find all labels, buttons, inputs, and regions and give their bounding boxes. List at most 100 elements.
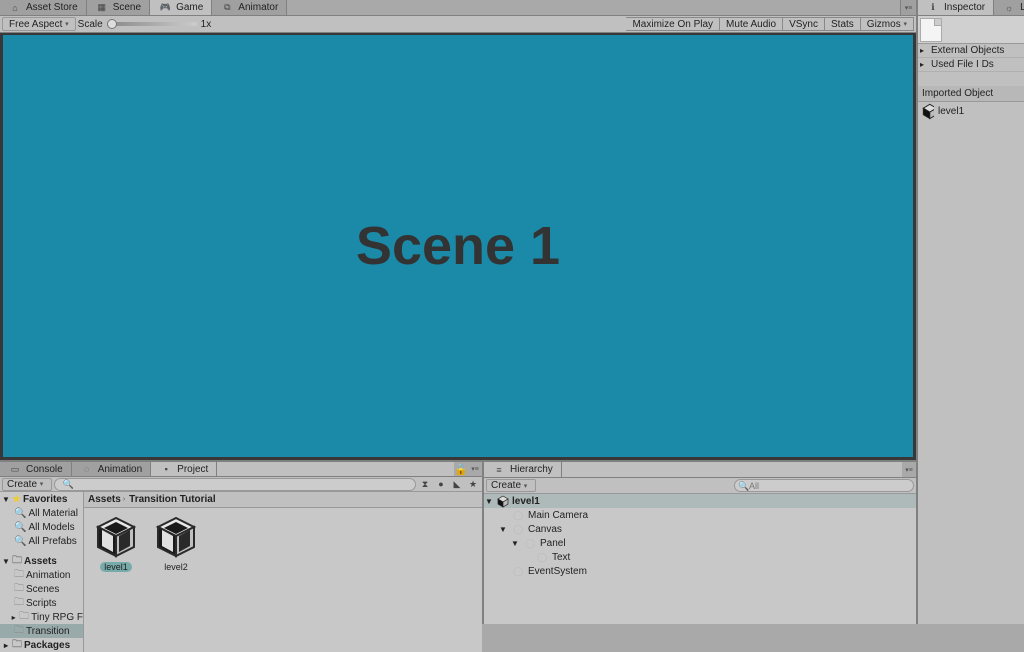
hierarchy-icon: ≡ [492,463,506,477]
tab-project[interactable]: ▪Project [151,462,217,476]
folder-scenes[interactable]: 🗀Scenes [0,582,83,596]
project-search-input[interactable]: 🔍 [54,478,416,491]
filter-type-icon[interactable]: ● [434,477,448,491]
inspector-preview [918,16,1024,44]
search-icon: 🔍 [14,522,26,533]
asset-level2[interactable]: level2 [150,514,202,572]
row-label: Main Camera [528,510,588,521]
folder-animation[interactable]: 🗀Animation [0,568,83,582]
mute-audio-toggle[interactable]: Mute Audio [720,17,783,31]
tree-label: Packages [24,640,70,651]
tab-game[interactable]: 🎮Game [150,0,212,15]
btn-label: Maximize On Play [632,19,713,30]
aspect-dropdown[interactable]: Free Aspect ▾ [2,17,76,31]
menu-icon: ▾≡ [905,4,913,12]
favorites-all-prefabs[interactable]: 🔍All Prefabs [0,534,83,548]
tab-animator[interactable]: ⧉Animator [212,0,287,15]
filter-label-icon[interactable]: ◣ [450,477,464,491]
favorites-all-models[interactable]: 🔍All Models [0,520,83,534]
gizmos-dropdown[interactable]: Gizmos ▾ [861,17,914,31]
hierarchy-search-input[interactable]: 🔍All [734,479,914,492]
search-icon: 🔍 [738,481,749,492]
row-label: Used File I Ds [931,59,994,70]
folder-scripts[interactable]: 🗀Scripts [0,596,83,610]
tab-console[interactable]: ▭Console [0,462,72,476]
top-tab-bar: ⌂Asset Store ▦Scene 🎮Game ⧉Animator ▾≡ [0,0,916,16]
tab-label: Project [177,464,208,475]
lock-icon[interactable]: 🔒 [454,462,468,476]
inspector-used-file-ids[interactable]: ▸Used File I Ds [918,58,1024,72]
asset-level1[interactable]: level1 [90,514,142,572]
hierarchy-tab-bar: ≡Hierarchy ▾≡ [484,462,916,478]
row-label: Panel [540,538,566,549]
tab-label: Inspector [944,2,985,13]
game-surface[interactable]: Scene 1 [3,35,913,457]
imported-object-row[interactable]: level1 [918,102,1024,120]
inspector-panel: ℹ Inspector ☼ Lightin ▸External Objects ▸U… [918,0,1024,624]
maximize-on-play-toggle[interactable]: Maximize On Play [626,17,720,31]
row-label: Text [552,552,570,563]
scene-title-text: Scene 1 [356,215,560,277]
tab-label: Lightin [1020,2,1024,13]
tab-lighting[interactable]: ☼ Lightin [994,0,1024,15]
filter-favorites-icon[interactable]: ⧗ [418,477,432,491]
filter-star-icon[interactable]: ★ [466,477,480,491]
scale-slider[interactable] [107,22,197,26]
hierarchy-scene-level1[interactable]: ▼level1 [484,494,916,508]
hierarchy-eventsystem[interactable]: ◯EventSystem [484,564,916,578]
vsync-toggle[interactable]: VSync [783,17,825,31]
breadcrumb: Assets› Transition Tutorial [84,492,482,508]
tab-hierarchy[interactable]: ≡Hierarchy [484,462,562,477]
tab-asset-store[interactable]: ⌂Asset Store [0,0,87,15]
hierarchy-create-dropdown[interactable]: Create ▾ [486,479,536,492]
asset-grid: level1 level2 [84,508,482,652]
tab-animation[interactable]: ◌Animation [72,462,151,476]
scene-icon: ▦ [95,1,109,15]
tab-overflow-menu[interactable]: ▾≡ [900,0,916,15]
hierarchy-main-camera[interactable]: ◯Main Camera [484,508,916,522]
unity-scene-icon [497,495,509,507]
breadcrumb-current[interactable]: Transition Tutorial [129,494,215,505]
tab-label: Console [26,464,63,475]
tree-label: Scripts [26,598,57,609]
gameobject-icon: ◯ [511,564,525,578]
inspector-external-objects[interactable]: ▸External Objects [918,44,1024,58]
row-label: EventSystem [528,566,587,577]
panel-menu[interactable]: ▾≡ [468,462,482,476]
animator-icon: ⧉ [220,1,234,15]
unity-scene-icon [922,105,934,117]
slider-thumb[interactable] [107,19,117,29]
favorites-header[interactable]: ▼★Favorites [0,492,83,506]
tab-inspector[interactable]: ℹ Inspector [918,0,994,15]
tree-label: Favorites [23,494,67,505]
tree-label: All Prefabs [28,536,76,547]
scale-value: 1x [201,19,212,30]
assets-header[interactable]: ▼🗀Assets [0,554,83,568]
folder-tiny-rpg[interactable]: ▸🗀Tiny RPG F [0,610,83,624]
object-name: level1 [938,106,964,117]
project-tab-bar: ▭Console ◌Animation ▪Project 🔒 ▾≡ [0,462,482,477]
tree-label: Tiny RPG F [31,612,83,623]
store-icon: ⌂ [8,1,22,15]
hierarchy-canvas[interactable]: ▼◯Canvas [484,522,916,536]
scale-label: Scale [78,19,103,30]
tree-label: Scenes [26,584,59,595]
hierarchy-text[interactable]: ◯Text [484,550,916,564]
hierarchy-tree: ▼level1 ◯Main Camera ▼◯Canvas ▼◯Panel ◯T… [484,494,916,624]
packages-header[interactable]: ▸🗀Packages [0,638,83,652]
info-icon: ℹ [926,1,940,15]
breadcrumb-root[interactable]: Assets› [88,494,125,505]
project-create-dropdown[interactable]: Create ▾ [2,478,52,491]
panel-menu[interactable]: ▾≡ [902,462,916,477]
gameobject-icon: ◯ [535,550,549,564]
favorites-all-materials[interactable]: 🔍All Material [0,506,83,520]
unity-scene-icon [154,514,198,560]
stats-toggle[interactable]: Stats [825,17,861,31]
asset-label: level1 [100,562,132,572]
lighting-icon: ☼ [1002,1,1016,15]
tab-scene[interactable]: ▦Scene [87,0,150,15]
unity-scene-icon [94,514,138,560]
gameobject-icon: ◯ [523,536,537,550]
hierarchy-panel-item[interactable]: ▼◯Panel [484,536,916,550]
row-label: Canvas [528,524,562,535]
